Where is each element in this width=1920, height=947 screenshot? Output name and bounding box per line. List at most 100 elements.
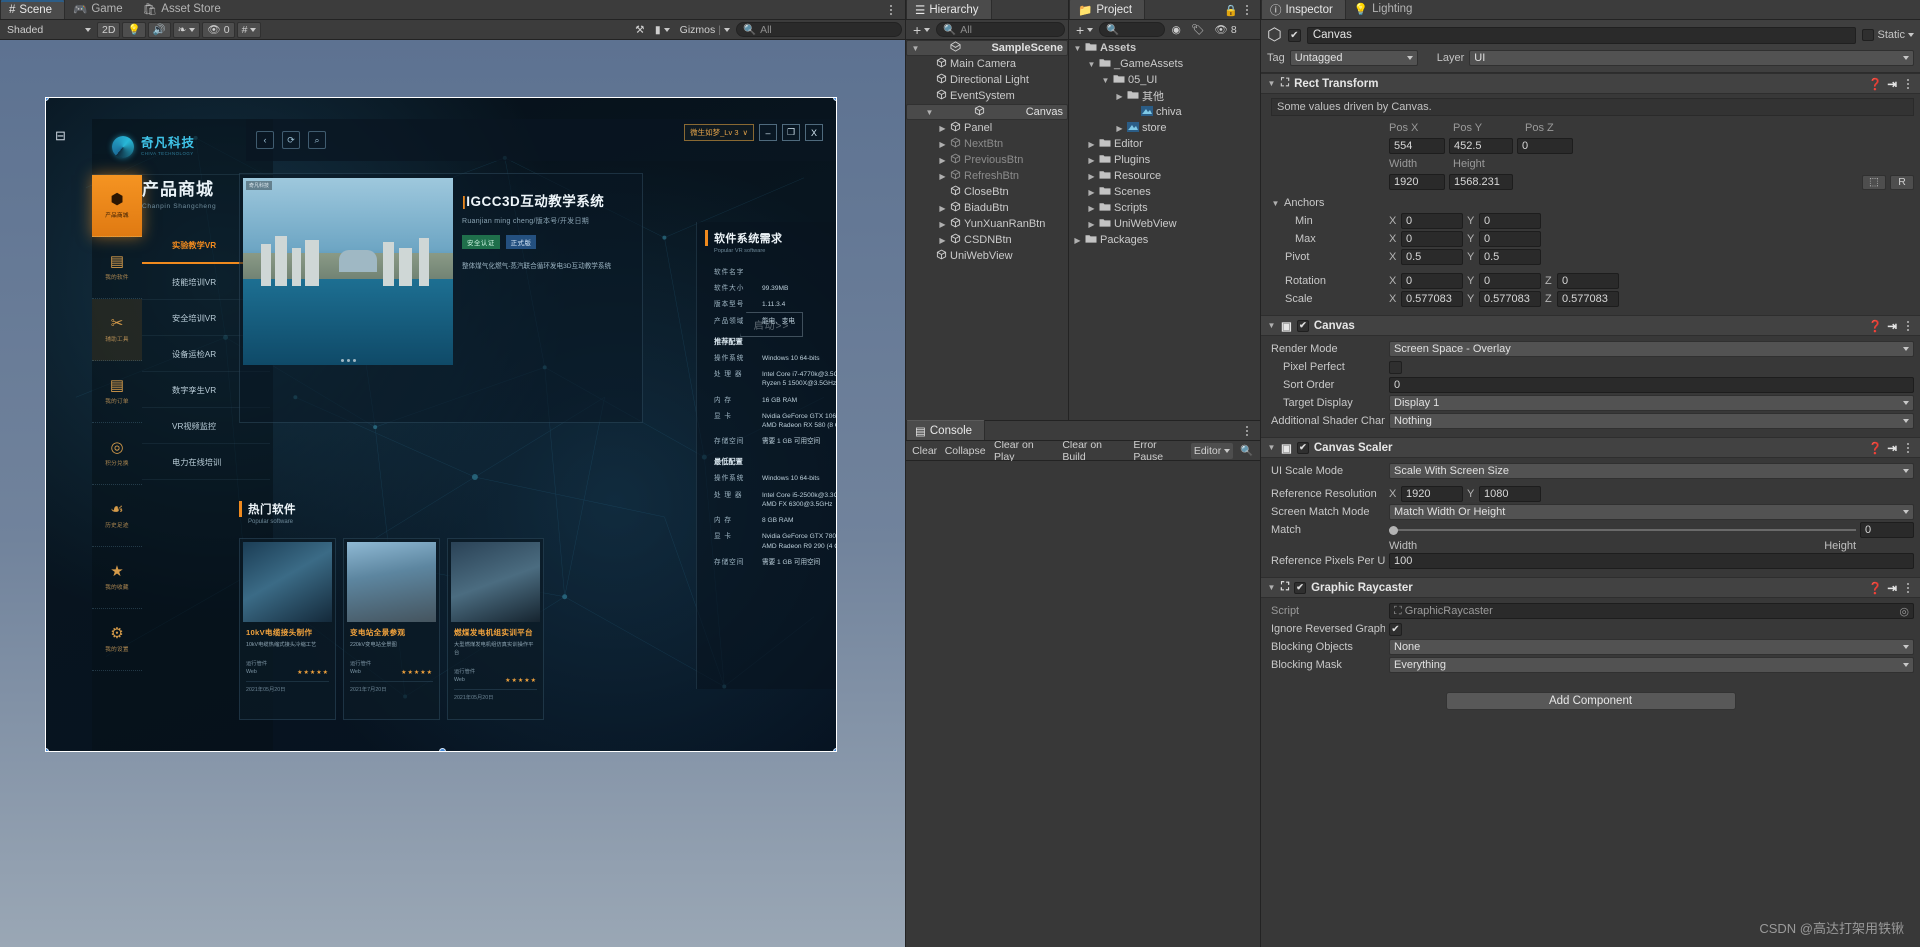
blueprint-icon[interactable]: ⬚ <box>1862 174 1886 190</box>
chevron-right-icon[interactable]: ▶ <box>1073 236 1082 245</box>
canvas-component-menu[interactable] <box>1902 320 1914 331</box>
render-mode-dropdown[interactable]: Screen Space - Overlay <box>1389 341 1914 357</box>
sort-order-field[interactable]: 0 <box>1389 377 1914 393</box>
hierarchy-item-samplescene[interactable]: ▼ SampleScene <box>906 40 1068 56</box>
hierarchy-item-closebtn[interactable]: CloseBtn <box>906 184 1068 200</box>
category-item-6[interactable]: 电力在线培训 <box>142 444 270 480</box>
create-asset-button[interactable]: + <box>1072 22 1097 38</box>
chevron-right-icon[interactable]: ▶ <box>1087 188 1096 197</box>
project-item-resource[interactable]: ▶ Resource <box>1069 168 1260 184</box>
tab-inspector[interactable]: ⓘ Inspector <box>1261 0 1346 19</box>
hero-carousel-dots[interactable] <box>243 359 453 362</box>
hierarchy-item-canvas[interactable]: ▼ Canvas <box>906 104 1068 120</box>
match-value-field[interactable]: 0 <box>1860 522 1914 538</box>
blocking-objects-dropdown[interactable]: None <box>1389 639 1914 655</box>
sidebar-item-6[interactable]: ★ 我的收藏 <box>92 547 142 609</box>
pivot-y-field[interactable]: 0.5 <box>1479 249 1541 265</box>
clear-on-play-button[interactable]: Clear on Play <box>990 439 1056 463</box>
error-pause-button[interactable]: Error Pause <box>1129 439 1189 463</box>
filter-type-icon[interactable]: ◉ <box>1167 22 1185 38</box>
reference-resolution-y-field[interactable]: 1080 <box>1479 486 1541 502</box>
layer-dropdown[interactable]: UI <box>1469 50 1914 66</box>
scale-y-field[interactable]: 0.577083 <box>1479 291 1541 307</box>
chevron-right-icon[interactable]: ▶ <box>1115 124 1124 133</box>
hierarchy-item-nextbtn[interactable]: ▶ NextBtn <box>906 136 1068 152</box>
static-checkbox[interactable] <box>1862 29 1875 41</box>
graphic-raycaster-enabled-checkbox[interactable]: ✔ <box>1294 581 1307 594</box>
shader-channels-dropdown[interactable]: Nothing <box>1389 413 1914 429</box>
rect-transform-menu[interactable] <box>1902 78 1914 89</box>
gizmos-dropdown[interactable]: Gizmos | <box>676 22 734 38</box>
restore-button[interactable]: ❐ <box>782 124 800 141</box>
hidden-objects-toggle[interactable]: 👁 0 <box>202 21 235 38</box>
project-item-editor[interactable]: ▶ Editor <box>1069 136 1260 152</box>
account-dropdown[interactable]: 微生如梦_Lv 3 ∨ <box>684 124 754 141</box>
filter-label-icon[interactable]: 🏷 <box>1187 22 1208 38</box>
pixel-perfect-checkbox[interactable] <box>1389 360 1402 374</box>
tab-hierarchy[interactable]: ☰ Hierarchy <box>906 0 992 19</box>
speaker-icon[interactable]: 🔊 <box>147 21 171 38</box>
scale-x-field[interactable]: 0.577083 <box>1401 291 1463 307</box>
chevron-right-icon[interactable]: ▶ <box>1087 156 1096 165</box>
project-item-plugins[interactable]: ▶ Plugins <box>1069 152 1260 168</box>
target-display-dropdown[interactable]: Display 1 <box>1389 395 1914 411</box>
scale-z-field[interactable]: 0.577083 <box>1557 291 1619 307</box>
graphic-raycaster-header[interactable]: ▼ ⛶ ✔ Graphic Raycaster ❓ ⇥ <box>1261 577 1920 598</box>
hierarchy-item-uniwebview[interactable]: UniWebView <box>906 248 1068 264</box>
hierarchy-item-directional light[interactable]: Directional Light <box>906 72 1068 88</box>
chevron-right-icon[interactable]: ▶ <box>938 140 947 149</box>
object-picker-icon[interactable]: ◎ <box>1899 605 1909 618</box>
foldout-arrow-icon[interactable]: ▼ <box>1267 79 1276 88</box>
hidden-packages-toggle[interactable]: 👁 8 <box>1211 22 1241 38</box>
lightbulb-icon[interactable]: 💡 <box>122 21 146 38</box>
reference-resolution-x-field[interactable]: 1920 <box>1401 486 1463 502</box>
foldout-arrow-icon[interactable]: ▼ <box>1267 443 1276 452</box>
tools-icon[interactable]: ⚒ <box>631 22 649 38</box>
scene-options-menu[interactable] <box>885 5 897 15</box>
anchor-max-x-field[interactable]: 0 <box>1401 231 1463 247</box>
ui-scale-mode-dropdown[interactable]: Scale With Screen Size <box>1389 463 1914 479</box>
software-card[interactable]: 变电站全景参观 220kV变电站全景图 运行管件 Web ★★★★★ 2021年7月20日 <box>343 538 440 720</box>
preset-icon[interactable]: ⇥ <box>1887 319 1897 333</box>
project-item-packages[interactable]: ▶ Packages <box>1069 232 1260 248</box>
hierarchy-item-panel[interactable]: ▶ Panel <box>906 120 1068 136</box>
hero-thumbnail[interactable]: 奇凡科技 <box>243 178 453 365</box>
hierarchy-item-refreshbtn[interactable]: ▶ RefreshBtn <box>906 168 1068 184</box>
rotation-x-field[interactable]: 0 <box>1401 273 1463 289</box>
scene-search-input[interactable]: 🔍 All <box>736 22 902 37</box>
rotation-z-field[interactable]: 0 <box>1557 273 1619 289</box>
tab-project[interactable]: 📁 Project <box>1069 0 1146 19</box>
scene-gizmo-toggle-icon[interactable]: ⊟ <box>55 128 66 144</box>
hierarchy-item-eventsystem[interactable]: EventSystem <box>906 88 1068 104</box>
project-item-chiva[interactable]: chiva <box>1069 104 1260 120</box>
close-button[interactable]: X <box>805 124 823 141</box>
pos-x-field[interactable]: 554 <box>1389 138 1445 154</box>
chevron-right-icon[interactable]: ▶ <box>938 124 947 133</box>
chevron-right-icon[interactable]: ▶ <box>1087 140 1096 149</box>
height-field[interactable]: 1568.231 <box>1449 174 1513 190</box>
canvas-scaler-menu[interactable] <box>1902 442 1914 453</box>
graphic-raycaster-menu[interactable] <box>1902 582 1914 593</box>
preset-icon[interactable]: ⇥ <box>1887 77 1897 91</box>
chevron-down-icon[interactable]: ▼ <box>1101 76 1110 85</box>
chevron-right-icon[interactable]: ▶ <box>938 156 947 165</box>
camera-icon[interactable]: ▮ <box>651 22 674 38</box>
sidebar-item-0[interactable]: ⬢ 产品商城 <box>92 175 142 237</box>
preset-icon[interactable]: ⇥ <box>1887 581 1897 595</box>
chevron-left-icon[interactable]: ‹ <box>256 131 274 149</box>
canvas-scaler-header[interactable]: ▼ ▣ ✔ Canvas Scaler ❓ ⇥ <box>1261 437 1920 458</box>
resize-handle-bl[interactable] <box>46 748 49 751</box>
sidebar-item-3[interactable]: ▤ 我的订单 <box>92 361 142 423</box>
chevron-right-icon[interactable]: ▶ <box>938 204 947 213</box>
hierarchy-item-yunxuanranbtn[interactable]: ▶ YunXuanRanBtn <box>906 216 1068 232</box>
chevron-right-icon[interactable]: ▶ <box>1115 92 1124 101</box>
foldout-arrow-icon[interactable]: ▼ <box>1267 583 1276 592</box>
chevron-right-icon[interactable]: ▶ <box>938 236 947 245</box>
chevron-down-icon[interactable]: ▼ <box>1073 44 1082 53</box>
chevron-right-icon[interactable]: ▶ <box>1087 204 1096 213</box>
canvas-enabled-checkbox[interactable]: ✔ <box>1296 319 1309 332</box>
fx-icon[interactable]: ❧ <box>172 21 201 38</box>
project-item-05_ui[interactable]: ▼ 05_UI <box>1069 72 1260 88</box>
pivot-x-field[interactable]: 0.5 <box>1401 249 1463 265</box>
tag-dropdown[interactable]: Untagged <box>1289 50 1418 66</box>
